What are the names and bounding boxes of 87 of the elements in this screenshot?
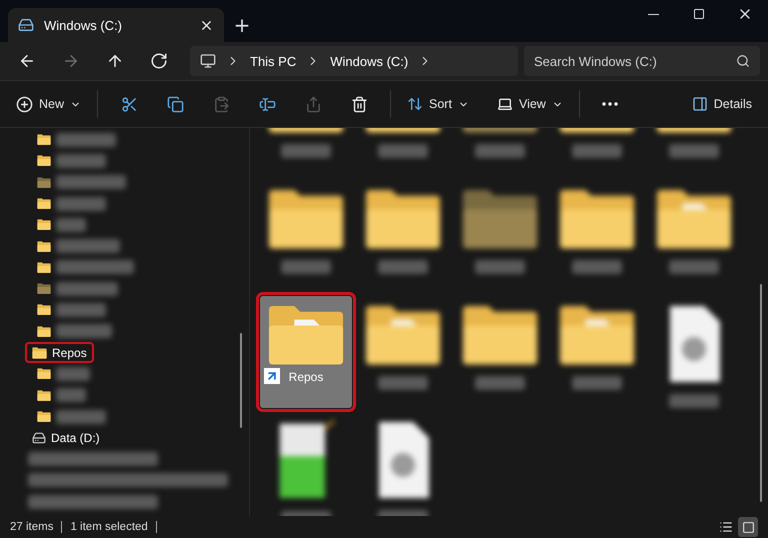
more-icon [602, 102, 618, 106]
drive-icon [18, 17, 34, 33]
selection-count: 1 item selected [70, 521, 148, 533]
new-button[interactable]: New [10, 87, 88, 121]
blurred-label [378, 144, 428, 158]
blurred-label [669, 260, 719, 274]
clipboard-icon [212, 96, 230, 112]
sidebar-item[interactable]: Data (D:) [25, 427, 107, 448]
maximize-icon [693, 8, 705, 20]
blurred-label [56, 154, 106, 168]
drive-icon [32, 430, 46, 445]
search-icon [736, 54, 750, 68]
blurred-label [475, 376, 525, 390]
folder-icon [364, 188, 442, 250]
blurred-label [56, 388, 86, 402]
sort-button[interactable]: Sort [401, 87, 475, 121]
folder-icon [37, 326, 51, 337]
details-pane-icon [692, 96, 708, 112]
folder-icon [37, 219, 51, 230]
list-icon [719, 520, 733, 534]
folder-icon [364, 304, 442, 366]
blurred-label [56, 196, 106, 211]
blurred-label [56, 175, 126, 190]
rename-icon [258, 96, 276, 112]
blurred-label [56, 324, 112, 338]
folder-icon [558, 188, 636, 250]
folder-icon [558, 304, 636, 366]
folder-icon [37, 283, 51, 294]
details-button[interactable]: Details [686, 87, 758, 121]
address-bar[interactable]: This PC Windows (C:) [190, 46, 518, 76]
right-arrow-icon [62, 52, 80, 70]
file-item[interactable]: Repos [260, 296, 352, 408]
blurred-label [572, 144, 622, 158]
trash-icon [350, 96, 368, 112]
breadcrumb[interactable]: This PC [250, 54, 296, 68]
blurred-label [56, 303, 106, 318]
blurred-label [572, 260, 622, 274]
blurred-label [56, 132, 116, 147]
folder-icon [37, 134, 51, 146]
copy-icon [166, 96, 184, 112]
blurred-label [281, 260, 331, 274]
sidebar-item[interactable]: Repos [25, 342, 94, 364]
blurred-label [572, 376, 622, 390]
blurred-label [281, 144, 331, 158]
folder-icon [37, 410, 51, 422]
blurred-label [56, 410, 106, 424]
blurred-label [669, 144, 719, 158]
laptop-icon [496, 96, 513, 112]
blurred-label [669, 394, 719, 408]
plus-circle-icon [16, 96, 33, 112]
blurred-label [56, 282, 118, 296]
large-icons-view-button[interactable] [738, 517, 758, 537]
folder-icon [37, 390, 51, 401]
monitor-icon [200, 53, 216, 69]
folder-icon [32, 346, 47, 359]
view-button[interactable]: View [490, 87, 569, 121]
folder-icon [37, 240, 51, 252]
tab-title: Windows (C:) [44, 18, 124, 32]
scissors-icon [120, 96, 138, 112]
folder-icon [37, 304, 51, 316]
square-icon [742, 520, 754, 534]
folder-icon [37, 155, 51, 167]
folder-icon [461, 304, 539, 366]
breadcrumb[interactable]: Windows (C:) [330, 54, 408, 68]
blurred-label [378, 376, 428, 390]
blurred-label [378, 260, 428, 274]
folder-icon [267, 304, 345, 366]
folder-icon [655, 188, 733, 250]
folder-icon [267, 188, 345, 250]
blurred-label [56, 239, 120, 254]
blurred-label [475, 144, 525, 158]
new-tab-button[interactable]: + [224, 8, 260, 42]
sort-arrows-icon [407, 96, 424, 112]
folder-icon [37, 368, 51, 380]
window-tab[interactable]: Windows (C:) [8, 8, 224, 42]
item-count: 27 items [10, 521, 54, 533]
share-icon [304, 96, 322, 112]
folder-icon [37, 176, 51, 188]
blurred-label [56, 366, 90, 381]
blurred-label [475, 260, 525, 274]
item-label: Repos [288, 370, 324, 384]
blurred-label [56, 218, 86, 232]
search-field[interactable]: Search Windows (C:) [524, 46, 760, 76]
folder-icon [37, 262, 51, 274]
refresh-icon [150, 52, 168, 70]
folder-icon [37, 198, 51, 210]
folder-icon [461, 188, 539, 250]
